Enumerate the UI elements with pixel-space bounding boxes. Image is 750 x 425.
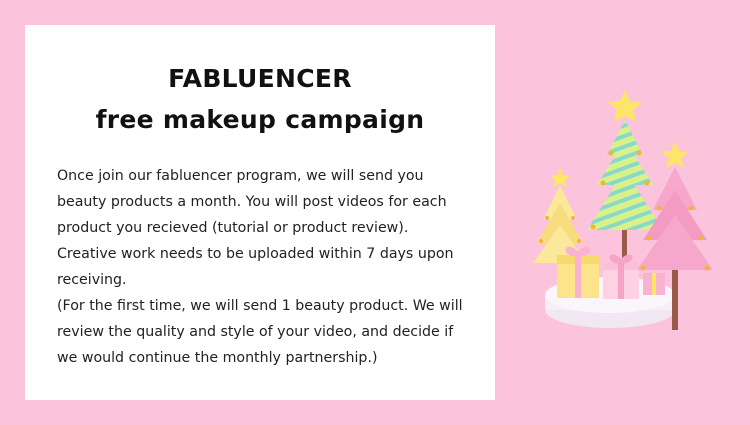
title-line-campaign: free makeup campaign <box>95 105 425 134</box>
campaign-card: FABLUENCER free makeup campaign Once joi… <box>25 25 495 400</box>
campaign-description: Once join our fabluencer program, we wil… <box>57 163 472 371</box>
description-paragraph-1: Once join our fabluencer program, we wil… <box>57 168 454 288</box>
star-icon <box>549 167 571 188</box>
gift-box-small-icon <box>643 273 665 295</box>
gift-box-pink-icon <box>603 254 639 299</box>
star-icon <box>661 141 689 168</box>
gift-box-yellow-icon <box>557 246 599 298</box>
christmas-trees-with-gifts-illustration <box>533 90 713 330</box>
title-line-brand: FABLUENCER <box>168 64 352 93</box>
description-paragraph-2: (For the first time, we will send 1 beau… <box>57 298 463 366</box>
star-icon <box>608 90 642 122</box>
campaign-title: FABLUENCER free makeup campaign <box>25 58 495 140</box>
